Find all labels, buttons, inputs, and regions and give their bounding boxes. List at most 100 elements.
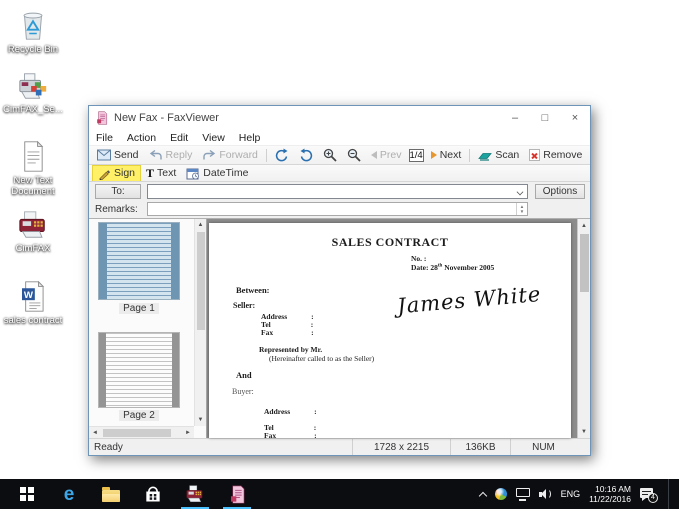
desktop-icon-label: CimFAX_Se... xyxy=(2,104,64,115)
text-tool-icon: T xyxy=(146,167,154,179)
document-vertical-scrollbar[interactable]: ▲ ▼ xyxy=(577,219,590,438)
notification-badge: 4 xyxy=(648,493,658,503)
desktop-icon-sales-contract[interactable]: sales contract xyxy=(2,280,64,326)
taskbar-edge-button[interactable]: e xyxy=(48,479,90,509)
menu-bar: File Action Edit View Help xyxy=(89,130,590,146)
windows-logo-icon xyxy=(20,487,34,501)
prev-arrow-icon xyxy=(371,151,377,159)
send-button[interactable]: Send xyxy=(92,147,144,163)
desktop-icon-cimfax-setup[interactable]: CimFAX_Se... xyxy=(2,70,64,115)
rotate-right-button[interactable] xyxy=(294,147,318,163)
scroll-up-icon[interactable]: ▲ xyxy=(195,219,206,231)
scroll-up-icon[interactable]: ▲ xyxy=(578,219,590,232)
network-icon[interactable] xyxy=(516,488,530,501)
toolbar-separator xyxy=(469,149,470,162)
page2-thumbnail[interactable] xyxy=(98,332,180,408)
remarks-field[interactable]: ▲ ▼ xyxy=(147,202,528,216)
desktop-icon-cimfax[interactable]: CimFAX xyxy=(2,209,64,254)
taskbar-cimfax-button[interactable] xyxy=(174,479,216,509)
desktop-icon-recycle-bin[interactable]: Recycle Bin xyxy=(2,8,64,55)
menu-edit[interactable]: Edit xyxy=(163,132,195,144)
tray-chevron-up-icon[interactable] xyxy=(478,491,486,499)
scrollbar-thumb[interactable] xyxy=(197,232,205,330)
minimize-button[interactable]: – xyxy=(500,106,530,130)
scan-icon xyxy=(478,149,492,161)
taskbar-store-button[interactable] xyxy=(132,479,174,509)
rotate-left-button[interactable] xyxy=(270,147,294,163)
fax-page[interactable]: SALES CONTRACT No. : Date: 28th November… xyxy=(209,223,571,438)
desktop-icon-new-text-document[interactable]: New Text Document xyxy=(2,140,64,197)
thumbnail-vertical-scrollbar[interactable]: ▲ ▼ xyxy=(194,219,206,426)
recipient-combobox[interactable] xyxy=(147,184,528,199)
menu-action[interactable]: Action xyxy=(120,132,163,144)
maximize-button[interactable]: □ xyxy=(530,106,560,130)
contract-represented: Represented by Mr. xyxy=(259,345,322,354)
menu-view[interactable]: View xyxy=(195,132,232,144)
desktop-icon-label: sales contract xyxy=(2,315,64,326)
page-indicator-input[interactable]: 1/4 xyxy=(409,149,424,162)
text-tool-button[interactable]: T Text xyxy=(141,166,181,180)
datetime-button[interactable]: DateTime xyxy=(181,166,253,181)
status-numlock: NUM xyxy=(510,439,576,455)
recipient-input[interactable] xyxy=(148,185,527,198)
remove-button[interactable]: Remove xyxy=(524,148,587,162)
scrollbar-thumb[interactable] xyxy=(103,429,171,437)
menu-file[interactable]: File xyxy=(89,132,120,144)
system-tray: ENG 10:16 AM 11/22/2016 4 xyxy=(480,479,679,509)
desktop-icon-label: Recycle Bin xyxy=(2,44,64,55)
fax-machine-icon xyxy=(17,209,49,241)
contract-hereinafter: (Hereinafter called to as the Seller) xyxy=(269,354,374,363)
forward-button[interactable]: Forward xyxy=(197,148,263,162)
taskbar-faxviewer-button[interactable] xyxy=(216,479,258,509)
scroll-down-icon[interactable]: ▼ xyxy=(195,414,206,426)
thumbnail-horizontal-scrollbar[interactable]: ◄ ► xyxy=(89,426,194,438)
document-view: SALES CONTRACT No. : Date: 28th November… xyxy=(207,219,590,438)
desktop-icon-label: New Text Document xyxy=(2,175,64,197)
contract-seller: Seller: xyxy=(233,301,255,310)
zoom-out-button[interactable] xyxy=(342,147,366,163)
edge-icon: e xyxy=(64,485,75,504)
prev-page-button[interactable]: Prev xyxy=(366,148,407,162)
status-dimensions: 1728 x 2215 xyxy=(352,439,450,455)
word-document-icon xyxy=(18,280,48,313)
scrollbar-thumb[interactable] xyxy=(580,234,589,292)
to-button[interactable]: To: xyxy=(95,184,141,199)
title-bar[interactable]: New Fax - FaxViewer – □ × xyxy=(89,106,590,130)
resize-grip[interactable] xyxy=(576,439,590,455)
move-up-button[interactable]: ↑ Move Up xyxy=(587,148,590,162)
status-ready: Ready xyxy=(89,442,352,453)
page1-label: Page 1 xyxy=(98,303,180,314)
scan-button[interactable]: Scan xyxy=(473,148,524,162)
page1-thumbnail[interactable] xyxy=(98,222,180,300)
tray-app-icon[interactable] xyxy=(495,488,507,500)
remarks-spinner[interactable]: ▲ ▼ xyxy=(516,203,527,215)
reply-icon xyxy=(149,149,163,161)
contract-title: SALES CONTRACT xyxy=(209,235,571,250)
main-toolbar: Send Reply Forward xyxy=(89,146,590,165)
scroll-right-icon[interactable]: ► xyxy=(182,427,194,438)
next-page-button[interactable]: Next xyxy=(426,148,467,162)
buyer-fax-row: Fax: xyxy=(264,431,384,438)
compose-panel: To: Options Remarks: ▲ ▼ xyxy=(89,182,590,218)
menu-help[interactable]: Help xyxy=(232,132,268,144)
recycle-bin-icon xyxy=(17,8,49,42)
remarks-input[interactable] xyxy=(148,203,527,215)
scroll-left-icon[interactable]: ◄ xyxy=(89,427,101,438)
zoom-in-button[interactable] xyxy=(318,147,342,163)
reply-button[interactable]: Reply xyxy=(144,148,198,162)
show-desktop-button[interactable] xyxy=(668,479,673,509)
status-bar: Ready 1728 x 2215 136KB NUM xyxy=(89,438,590,455)
taskbar-file-explorer-button[interactable] xyxy=(90,479,132,509)
options-button[interactable]: Options xyxy=(535,184,585,199)
faxviewer-icon xyxy=(228,485,247,504)
notification-center-button[interactable]: 4 xyxy=(640,488,655,501)
language-indicator[interactable]: ENG xyxy=(561,489,581,499)
start-button[interactable] xyxy=(6,479,48,509)
taskbar: e ENG 10:16 AM 11/22/2016 xyxy=(0,479,679,509)
sign-button[interactable]: Sign xyxy=(92,165,141,182)
scroll-down-icon[interactable]: ▼ xyxy=(578,425,590,438)
close-button[interactable]: × xyxy=(560,106,590,130)
signature-annotation[interactable]: James White xyxy=(396,280,567,319)
volume-icon[interactable] xyxy=(539,489,552,500)
clock[interactable]: 10:16 AM 11/22/2016 xyxy=(589,484,631,504)
